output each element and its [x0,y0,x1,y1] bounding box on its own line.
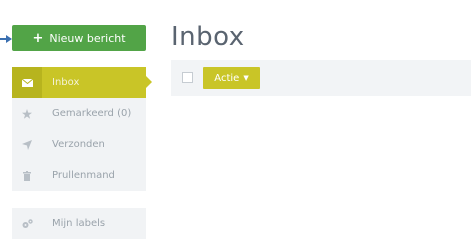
arrow-pointer-icon [0,35,12,43]
action-label: Actie [214,72,240,84]
trash-icon [12,170,42,181]
plus-icon: + [32,30,44,46]
select-all-checkbox[interactable] [182,72,193,83]
chevron-down-icon: ▼ [243,74,249,82]
sidebar: Inbox Gemarkeerd (0) Verzonden Prullenma… [12,67,152,191]
message-toolbar: Actie ▼ [171,60,471,96]
sidebar-item-label: Mijn labels [52,218,106,229]
sidebar-item-label: Prullenmand [52,170,115,181]
action-dropdown-button[interactable]: Actie ▼ [203,67,260,89]
sidebar-item-label: Inbox [52,77,80,88]
app-root: + Nieuw bericht Inbox Inbox Gemarkeerd (… [0,0,471,240]
envelope-icon [12,67,42,98]
sidebar-item-trash[interactable]: Prullenmand [12,160,146,191]
new-message-button[interactable]: + Nieuw bericht [12,25,146,51]
star-icon [12,108,42,119]
sidebar-labels-section: Mijn labels [12,208,146,239]
send-icon [12,139,42,150]
sidebar-item-sent[interactable]: Verzonden [12,129,146,160]
gears-icon [12,218,42,229]
sidebar-item-inbox[interactable]: Inbox [12,67,152,98]
sidebar-item-flagged[interactable]: Gemarkeerd (0) [12,98,146,129]
page-title: Inbox [171,22,245,52]
sidebar-item-label: Gemarkeerd (0) [52,108,132,119]
new-message-label: Nieuw bericht [49,31,126,45]
sidebar-item-my-labels[interactable]: Mijn labels [12,208,146,239]
sidebar-item-label: Verzonden [52,139,105,150]
